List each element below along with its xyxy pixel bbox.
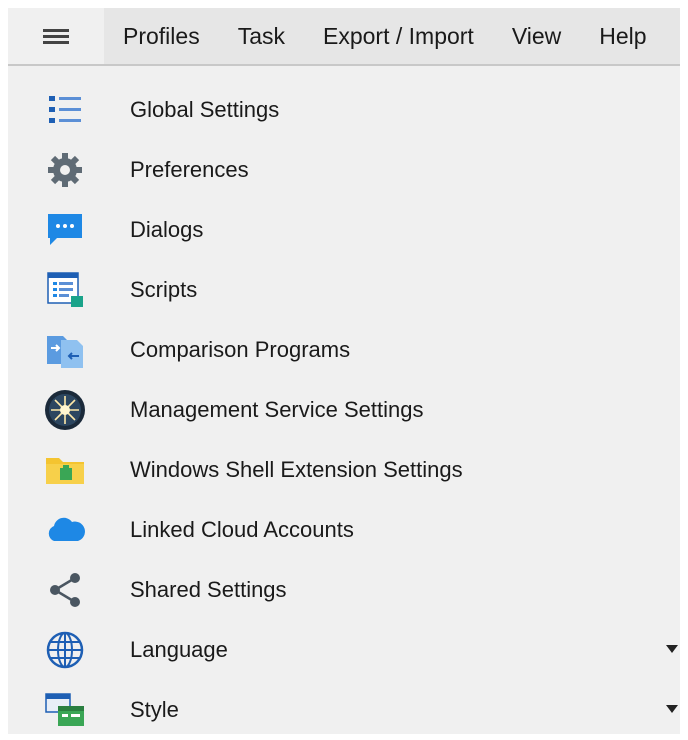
- submenu-arrow-icon: [666, 645, 678, 653]
- menu-profiles[interactable]: Profiles: [104, 8, 219, 64]
- menu-item-label: Language: [130, 637, 228, 662]
- hamburger-menu-button[interactable]: [8, 8, 104, 64]
- style-window-icon: [44, 689, 86, 731]
- menu-item-label: Style: [130, 697, 179, 722]
- menu-task[interactable]: Task: [219, 8, 304, 64]
- menu-item-comparison-programs[interactable]: Comparison Programs: [8, 320, 680, 380]
- menu-item-scripts[interactable]: Scripts: [8, 260, 680, 320]
- menu-item-label: Shared Settings: [130, 577, 287, 602]
- menu-item-shared-settings[interactable]: Shared Settings: [8, 560, 680, 620]
- menu-item-label: Dialogs: [130, 217, 204, 242]
- hamburger-icon: [43, 26, 69, 47]
- menu-item-label: Windows Shell Extension Settings: [130, 457, 463, 482]
- settings-menu-list: Global Settings Preferences Dialogs Scri…: [8, 80, 680, 740]
- chat-bubble-icon: [44, 209, 86, 251]
- compare-files-icon: [44, 329, 86, 371]
- menu-item-label: Comparison Programs: [130, 337, 351, 362]
- menu-item-preferences[interactable]: Preferences: [8, 140, 680, 200]
- menu-item-linked-cloud-accounts[interactable]: Linked Cloud Accounts: [8, 500, 680, 560]
- gear-icon: [44, 149, 86, 191]
- list-icon: [44, 89, 86, 131]
- menu-item-label: Preferences: [130, 157, 249, 182]
- menu-item-dialogs[interactable]: Dialogs: [8, 200, 680, 260]
- cloud-icon: [44, 509, 86, 551]
- folder-extension-icon: [44, 449, 86, 491]
- script-icon: [44, 269, 86, 311]
- menu-bar: Profiles Task Export / Import View Help: [8, 8, 680, 66]
- submenu-arrow-icon: [666, 705, 678, 713]
- globe-icon: [44, 629, 86, 671]
- menu-export-import[interactable]: Export / Import: [304, 8, 493, 64]
- menu-item-label: Scripts: [130, 277, 198, 302]
- share-icon: [44, 569, 86, 611]
- menu-item-management-service-settings[interactable]: Management Service Settings: [8, 380, 680, 440]
- menu-item-language[interactable]: Language: [8, 620, 680, 680]
- menu-item-style[interactable]: Style: [8, 680, 680, 740]
- menu-item-label: Global Settings: [130, 97, 280, 122]
- menu-item-windows-shell-extension-settings[interactable]: Windows Shell Extension Settings: [8, 440, 680, 500]
- menu-view[interactable]: View: [493, 8, 580, 64]
- menu-item-label: Linked Cloud Accounts: [130, 517, 354, 542]
- menu-window: Profiles Task Export / Import View Help …: [8, 8, 680, 734]
- menu-item-global-settings[interactable]: Global Settings: [8, 80, 680, 140]
- menu-help[interactable]: Help: [580, 8, 665, 64]
- network-globe-icon: [44, 389, 86, 431]
- menu-item-label: Management Service Settings: [130, 397, 424, 422]
